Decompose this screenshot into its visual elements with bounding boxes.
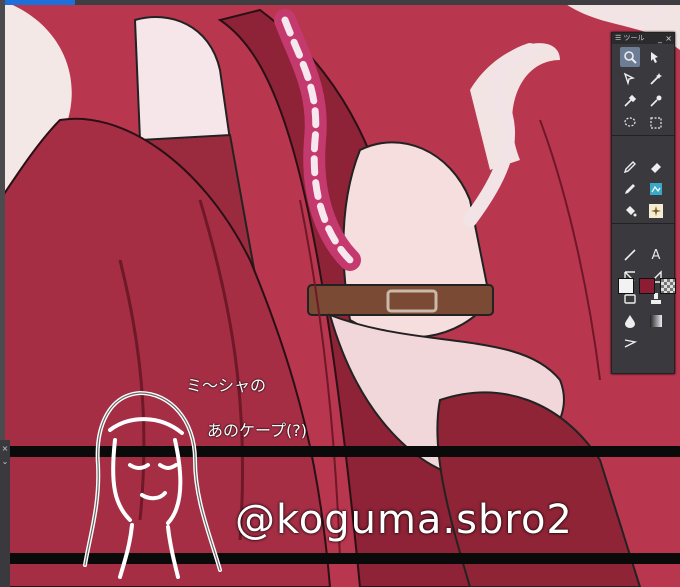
tool-palette[interactable]: ☰ ツール _ × A <box>611 32 676 374</box>
color-swatches <box>618 278 676 294</box>
transparent-color-swatch[interactable] <box>660 278 676 294</box>
tool-separator <box>612 223 674 224</box>
note-text-line2: あのケープ(?) <box>207 421 308 440</box>
eyedropper-icon[interactable] <box>620 91 640 111</box>
signature-handle: @koguma.sbro2 <box>235 497 573 543</box>
main-color-swatch[interactable] <box>618 278 634 294</box>
close-icon[interactable]: × <box>665 33 672 44</box>
tool-separator <box>612 135 674 136</box>
eyedropper-alt-icon[interactable] <box>646 91 666 111</box>
object-select-icon[interactable] <box>620 69 640 89</box>
pencil-icon[interactable] <box>620 179 640 199</box>
tool-grid: A <box>612 44 674 353</box>
decoration-icon[interactable] <box>646 179 666 199</box>
marquee-icon[interactable] <box>646 113 666 133</box>
palette-title: ツール <box>623 34 645 42</box>
title-strip <box>0 0 680 5</box>
pen-icon[interactable] <box>620 157 640 177</box>
line-icon[interactable] <box>620 245 640 265</box>
tool-palette-titlebar[interactable]: ☰ ツール _ × <box>612 33 674 44</box>
magic-wand-icon[interactable] <box>646 69 666 89</box>
palette-menu-icon[interactable]: ☰ <box>615 34 621 42</box>
chibi-doodle <box>83 391 222 579</box>
blend-icon[interactable] <box>620 311 640 331</box>
note-text-line1: ミ〜シャの <box>186 376 267 395</box>
chevron-down-icon[interactable]: ⌄ <box>0 457 10 466</box>
lasso-icon[interactable] <box>620 113 640 133</box>
correct-line-icon[interactable] <box>620 333 640 353</box>
gradient-icon[interactable] <box>646 311 666 331</box>
sparkle-icon[interactable] <box>646 201 666 221</box>
zoom-icon[interactable] <box>620 47 640 67</box>
text-icon[interactable]: A <box>646 245 666 265</box>
sub-color-swatch[interactable] <box>639 278 655 294</box>
collapsed-side-panel[interactable]: × ⌄ <box>0 440 10 587</box>
fill-bucket-icon[interactable] <box>620 201 640 221</box>
eraser-icon[interactable] <box>646 157 666 177</box>
close-icon[interactable]: × <box>0 444 10 453</box>
move-icon[interactable] <box>646 47 666 67</box>
active-tab-indicator <box>0 0 75 5</box>
minimize-icon[interactable]: _ <box>658 33 662 44</box>
